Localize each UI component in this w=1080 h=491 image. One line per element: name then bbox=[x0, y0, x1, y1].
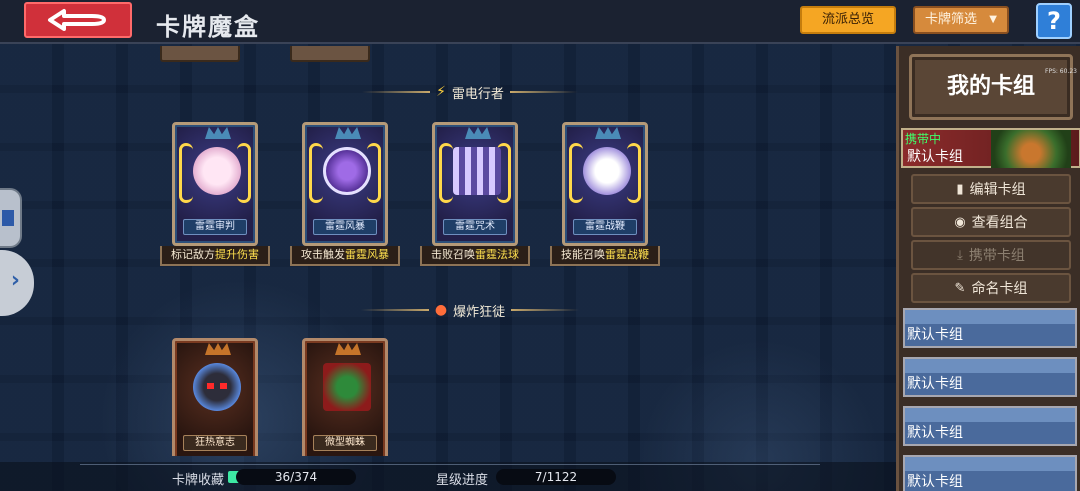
collection-progress: 36/374 bbox=[236, 469, 356, 485]
card-description: 击败召唤雷霆法球 bbox=[420, 246, 530, 266]
section-header-thunder: ⚡ 雷电行者 bbox=[360, 80, 580, 104]
download-icon: ⤓ bbox=[957, 247, 963, 263]
card-item[interactable]: 狂热意志 bbox=[160, 338, 270, 456]
crown-icon bbox=[205, 343, 231, 355]
side-handle[interactable] bbox=[0, 188, 22, 248]
collection-label: 卡牌收藏 bbox=[172, 473, 225, 488]
card-name: 雷霆风暴 bbox=[313, 219, 377, 235]
page-title: 卡牌魔盒 bbox=[156, 13, 260, 41]
deck-slot[interactable]: 默认卡组 bbox=[903, 357, 1077, 397]
help-button[interactable]: ? bbox=[1036, 3, 1072, 39]
current-deck[interactable]: 携带中 默认卡组 bbox=[901, 128, 1080, 168]
card-item[interactable]: 雷霆战鞭 技能召唤雷霆战鞭 bbox=[550, 122, 660, 266]
crown-icon bbox=[465, 127, 491, 139]
lightning-frame-icon bbox=[179, 143, 193, 203]
deck-icon: ▮ bbox=[956, 181, 964, 197]
bomb-skull-art bbox=[193, 363, 241, 411]
caret-down-icon: ▼ bbox=[989, 14, 997, 25]
chevron-right-icon: › bbox=[10, 268, 20, 293]
thunder-pillars-art bbox=[453, 147, 501, 195]
divider bbox=[509, 91, 578, 93]
crown-icon bbox=[205, 127, 231, 139]
deck-name: 默认卡组 bbox=[907, 149, 963, 165]
star-progress: 7/1122 bbox=[496, 469, 616, 485]
star-progress-label: 星级进度 bbox=[436, 473, 489, 488]
view-combo-button[interactable]: ◉ 查看组合 bbox=[911, 207, 1071, 237]
lightning-frame-icon bbox=[439, 143, 453, 203]
section-header-bomb: ● 爆炸狂徒 bbox=[360, 298, 580, 322]
card-item[interactable]: 雷霆咒术 击败召唤雷霆法球 bbox=[420, 122, 530, 266]
divider bbox=[360, 309, 429, 311]
divider bbox=[362, 91, 431, 93]
back-button[interactable] bbox=[24, 2, 132, 38]
edit-deck-button[interactable]: ▮ 编辑卡组 bbox=[911, 174, 1071, 204]
card-filter-label: 卡牌筛选 bbox=[925, 12, 978, 27]
carry-deck-button[interactable]: ⤓ 携带卡组 bbox=[911, 240, 1071, 270]
card-partial[interactable] bbox=[160, 46, 240, 62]
section-title: 雷电行者 bbox=[451, 86, 504, 102]
card-item[interactable]: 微型蜘蛛 bbox=[290, 338, 400, 456]
card-item[interactable]: 雷霆审判 标记敌方提升伤害 bbox=[160, 122, 270, 266]
section-title: 爆炸狂徒 bbox=[453, 304, 506, 320]
divider bbox=[511, 309, 580, 311]
crown-icon bbox=[335, 127, 361, 139]
fps-counter: FPS: 60.23 bbox=[1045, 68, 1077, 75]
carrying-status: 携带中 bbox=[905, 132, 942, 146]
card-description: 技能召唤雷霆战鞭 bbox=[550, 246, 660, 266]
card-name: 雷霆战鞭 bbox=[573, 219, 637, 235]
card-frame: 雷霆战鞭 bbox=[562, 122, 648, 246]
card-name: 狂热意志 bbox=[183, 435, 247, 451]
pencil-icon: ✎ bbox=[954, 280, 966, 296]
bird-creature-art bbox=[583, 147, 631, 195]
card-list[interactable]: ⚡ 雷电行者 雷霆审判 标记敌方提升伤害 雷霆风暴 攻击触发雷霆风暴 雷霆咒术 … bbox=[40, 46, 892, 456]
card-filter-dropdown[interactable]: 卡牌筛选 ▼ bbox=[913, 6, 1009, 34]
eye-icon: ◉ bbox=[954, 214, 966, 230]
lightning-frame-icon bbox=[309, 143, 323, 203]
card-name: 微型蜘蛛 bbox=[313, 435, 377, 451]
card-item[interactable]: 雷霆风暴 攻击触发雷霆风暴 bbox=[290, 122, 400, 266]
card-name: 雷霆咒术 bbox=[443, 219, 507, 235]
card-frame: 微型蜘蛛 bbox=[302, 338, 388, 456]
deck-panel-title: 我的卡组 bbox=[909, 54, 1073, 120]
divider bbox=[80, 464, 820, 465]
spider-art bbox=[323, 363, 371, 411]
card-partial[interactable] bbox=[290, 46, 370, 62]
storm-orb-art bbox=[323, 147, 371, 195]
back-arrow-icon bbox=[48, 9, 106, 31]
card-description: 标记敌方提升伤害 bbox=[160, 246, 270, 266]
deck-slot[interactable]: 默认卡组 bbox=[903, 455, 1077, 491]
bomb-icon: ● bbox=[434, 302, 448, 318]
crown-icon bbox=[595, 127, 621, 139]
lightning-frame-icon bbox=[569, 143, 583, 203]
school-overview-button[interactable]: 流派总览 bbox=[800, 6, 896, 34]
deck-avatar bbox=[991, 130, 1071, 168]
card-description: 攻击触发雷霆风暴 bbox=[290, 246, 400, 266]
deck-panel: 我的卡组 FPS: 60.23 携带中 默认卡组 ▮ 编辑卡组 ◉ 查看组合 ⤓… bbox=[896, 46, 1080, 491]
card-frame: 雷霆风暴 bbox=[302, 122, 388, 246]
rename-deck-button[interactable]: ✎ 命名卡组 bbox=[911, 273, 1071, 303]
card-frame: 狂热意志 bbox=[172, 338, 258, 456]
top-bar: 卡牌魔盒 流派总览 卡牌筛选 ▼ ? bbox=[0, 0, 1080, 44]
deck-slot[interactable]: 默认卡组 bbox=[903, 406, 1077, 446]
card-frame: 雷霆咒术 bbox=[432, 122, 518, 246]
lightning-icon: ⚡ bbox=[436, 84, 446, 100]
deck-slot[interactable]: 默认卡组 bbox=[903, 308, 1077, 348]
status-bar: 卡牌收藏 36/374 星级进度 7/1122 bbox=[0, 462, 896, 491]
pink-creature-art bbox=[193, 147, 241, 195]
crown-icon bbox=[335, 343, 361, 355]
card-name: 雷霆审判 bbox=[183, 219, 247, 235]
card-frame: 雷霆审判 bbox=[172, 122, 258, 246]
